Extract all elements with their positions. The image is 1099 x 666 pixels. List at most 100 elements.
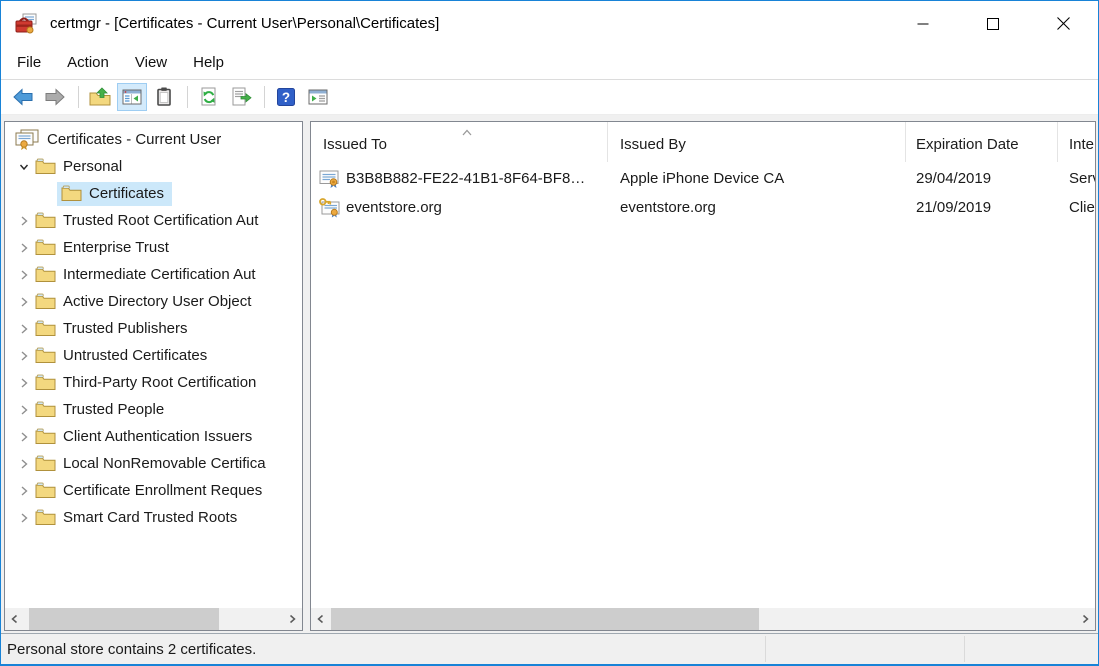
chevron-right-icon[interactable]	[15, 240, 33, 256]
tree-item-enterprise-trust[interactable]: Enterprise Trust	[5, 234, 302, 261]
show-window-button[interactable]	[303, 83, 333, 111]
tree-item-label: Certificate Enrollment Reques	[63, 482, 262, 499]
folder-icon	[33, 400, 57, 420]
tree-item-trusted-people[interactable]: Trusted People	[5, 396, 302, 423]
scroll-left-arrow[interactable]	[5, 608, 25, 630]
help-button[interactable]: ?	[271, 83, 301, 111]
chevron-right-icon[interactable]	[15, 456, 33, 472]
forward-arrow-icon	[44, 86, 66, 108]
folder-icon	[33, 427, 57, 447]
folder-icon	[33, 319, 57, 339]
tree-item-root[interactable]: Certificates - Current User	[5, 126, 302, 153]
folder-icon	[33, 346, 57, 366]
chevron-right-icon[interactable]	[15, 510, 33, 526]
menu-file[interactable]: File	[4, 46, 54, 79]
chevron-right-icon[interactable]	[15, 402, 33, 418]
scroll-left-arrow[interactable]	[311, 608, 331, 630]
minimize-icon	[917, 18, 929, 30]
certificate-list-panel: Issued To Issued By Expiration Date Inte	[310, 121, 1096, 631]
properties-button[interactable]	[149, 83, 179, 111]
maximize-icon	[987, 18, 999, 30]
chevron-right-icon[interactable]	[15, 375, 33, 391]
refresh-button[interactable]	[194, 83, 224, 111]
certificate-store-icon	[13, 130, 41, 150]
back-button[interactable]	[8, 83, 38, 111]
show-console-tree-button[interactable]	[117, 83, 147, 111]
minimize-button[interactable]	[888, 1, 958, 46]
svg-text:?: ?	[282, 90, 290, 105]
tree-item-label: Untrusted Certificates	[63, 347, 207, 364]
chevron-right-icon[interactable]	[15, 429, 33, 445]
chevron-right-icon[interactable]	[15, 294, 33, 310]
status-pane-separator	[964, 636, 965, 662]
scroll-right-arrow[interactable]	[1075, 608, 1095, 630]
chevron-right-icon[interactable]	[15, 348, 33, 364]
status-bar: Personal store contains 2 certificates.	[1, 633, 1098, 664]
cert-expiration-date: 29/04/2019	[906, 170, 1058, 187]
help-icon: ?	[275, 86, 297, 108]
tree-item-ad-user-object[interactable]: Active Directory User Object	[5, 288, 302, 315]
folder-icon	[33, 238, 57, 258]
refresh-icon	[198, 86, 220, 108]
certificate-with-key-icon	[319, 197, 343, 219]
tree-item-local-nonremovable[interactable]: Local NonRemovable Certifica	[5, 450, 302, 477]
menu-bar: File Action View Help	[1, 46, 1098, 79]
column-header-expiration-date[interactable]: Expiration Date	[906, 122, 1058, 162]
column-header-intended-purposes[interactable]: Inte	[1058, 122, 1095, 162]
tree-item-third-party-root[interactable]: Third-Party Root Certification	[5, 369, 302, 396]
menu-view[interactable]: View	[122, 46, 180, 79]
folder-icon	[33, 211, 57, 231]
folder-icon	[59, 184, 83, 204]
chevron-down-icon[interactable]	[15, 159, 33, 175]
cert-issued-by: eventstore.org	[608, 199, 906, 216]
certificate-row[interactable]: eventstore.org eventstore.org 21/09/2019…	[311, 193, 1095, 222]
certificate-list: B3B8B882-FE22-41B1-8F64-BF8… Apple iPhon…	[311, 164, 1095, 606]
tree-item-client-auth-issuers[interactable]: Client Authentication Issuers	[5, 423, 302, 450]
tree-item-intermediate[interactable]: Intermediate Certification Aut	[5, 261, 302, 288]
folder-icon	[33, 481, 57, 501]
status-pane-separator	[765, 636, 766, 662]
toolbar-separator	[78, 86, 79, 108]
tree-item-trusted-root[interactable]: Trusted Root Certification Aut	[5, 207, 302, 234]
tree-item-label: Third-Party Root Certification	[63, 374, 256, 391]
scroll-right-arrow[interactable]	[282, 608, 302, 630]
tree-item-certificates-selected[interactable]: Certificates	[5, 180, 302, 207]
up-one-level-button[interactable]	[85, 83, 115, 111]
tree-item-label: Client Authentication Issuers	[63, 428, 252, 445]
tree-item-smart-card-roots[interactable]: Smart Card Trusted Roots	[5, 504, 302, 531]
chevron-right-icon[interactable]	[15, 213, 33, 229]
cert-intended-purposes: Clie	[1058, 199, 1095, 216]
list-horizontal-scrollbar[interactable]	[311, 608, 1095, 630]
tree-item-trusted-publishers[interactable]: Trusted Publishers	[5, 315, 302, 342]
tree-item-personal[interactable]: Personal	[5, 153, 302, 180]
toolbar: ?	[1, 79, 1098, 115]
scrollbar-thumb[interactable]	[29, 608, 219, 630]
window-controls	[888, 1, 1098, 46]
tree-item-label: Trusted People	[63, 401, 164, 418]
tree-item-untrusted-certs[interactable]: Untrusted Certificates	[5, 342, 302, 369]
close-icon	[1057, 17, 1070, 30]
tree-item-label: Intermediate Certification Aut	[63, 266, 256, 283]
certificate-row[interactable]: B3B8B882-FE22-41B1-8F64-BF8… Apple iPhon…	[311, 164, 1095, 193]
close-button[interactable]	[1028, 1, 1098, 46]
new-window-icon	[307, 86, 329, 108]
tree-item-cert-enrollment-requests[interactable]: Certificate Enrollment Reques	[5, 477, 302, 504]
tree-item-label: Smart Card Trusted Roots	[63, 509, 237, 526]
menu-action[interactable]: Action	[54, 46, 122, 79]
folder-icon	[33, 157, 57, 177]
maximize-button[interactable]	[958, 1, 1028, 46]
chevron-right-icon[interactable]	[15, 483, 33, 499]
column-header-issued-to[interactable]: Issued To	[311, 122, 608, 162]
back-arrow-icon	[12, 86, 34, 108]
scrollbar-thumb[interactable]	[331, 608, 759, 630]
tree-horizontal-scrollbar[interactable]	[5, 608, 302, 630]
column-header-issued-by[interactable]: Issued By	[608, 122, 906, 162]
folder-icon	[33, 454, 57, 474]
export-list-button[interactable]	[226, 83, 256, 111]
forward-button[interactable]	[40, 83, 70, 111]
chevron-right-icon[interactable]	[15, 321, 33, 337]
chevron-right-icon[interactable]	[15, 267, 33, 283]
title-bar: certmgr - [Certificates - Current User\P…	[1, 1, 1098, 46]
cert-intended-purposes: Serv	[1058, 170, 1095, 187]
menu-help[interactable]: Help	[180, 46, 237, 79]
